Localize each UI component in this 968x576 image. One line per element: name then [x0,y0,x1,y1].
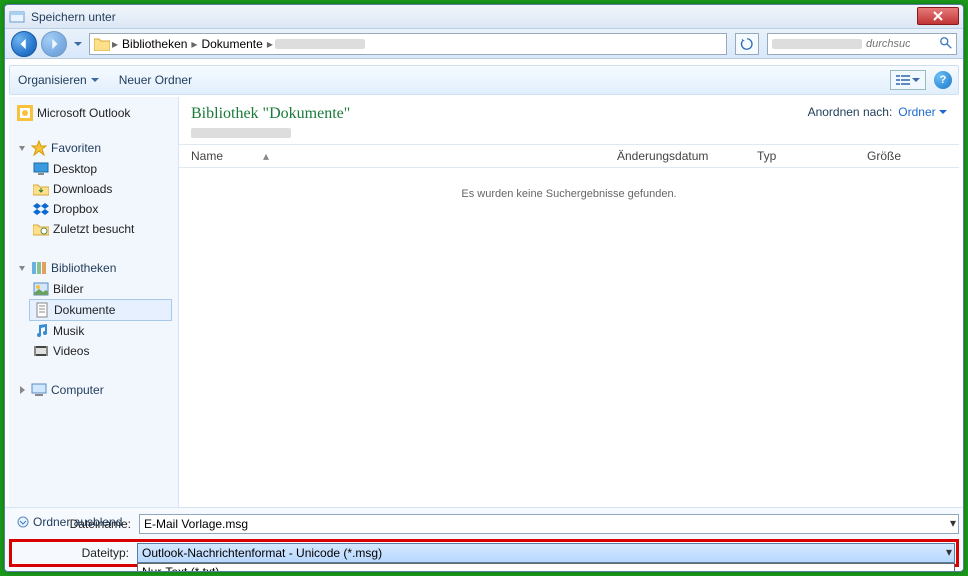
breadcrumb-segment[interactable]: Bibliotheken [120,37,189,51]
chevron-down-icon [939,108,947,116]
sort-indicator-icon: ▴ [263,149,269,163]
chevron-down-icon [17,516,29,528]
caret-icon [17,263,27,273]
videos-icon [33,343,49,359]
chevron-right-icon: ▸ [191,37,197,51]
sidebar-item-dropbox[interactable]: Dropbox [13,199,174,219]
sidebar-item-music[interactable]: Musik [13,321,174,341]
save-as-dialog: Speichern unter ▸ Bibliotheken ▸ Dokumen… [4,4,964,572]
sidebar-item-downloads[interactable]: Downloads [13,179,174,199]
dialog-body: Microsoft Outlook Favoriten Desktop Down… [9,97,959,571]
filename-value: E-Mail Vorlage.msg [144,517,248,531]
redacted-search-scope [772,39,862,49]
dropbox-icon [33,201,49,217]
filetype-dropdown: Nur-Text (*.txt)Outlook-Vorlage (*.oft)O… [137,563,955,572]
back-button[interactable] [11,31,37,57]
titlebar: Speichern unter [5,5,963,29]
chevron-down-icon [74,40,82,48]
search-icon [939,36,953,50]
breadcrumb[interactable]: ▸ Bibliotheken ▸ Dokumente ▸ [89,33,727,55]
chevron-down-icon [91,76,99,84]
star-icon [31,140,47,156]
filetype-highlight: Dateityp: Outlook-Nachrichtenformat - Un… [9,539,959,567]
nav-history-dropdown[interactable] [71,31,85,57]
filetype-combobox[interactable]: Outlook-Nachrichtenformat - Unicode (*.m… [137,543,955,563]
pictures-icon [33,281,49,297]
filename-row: Dateiname: E-Mail Vorlage.msg ▾ [9,514,959,534]
close-button[interactable] [917,7,959,25]
sidebar: Microsoft Outlook Favoriten Desktop Down… [9,97,179,571]
chevron-right-icon: ▸ [267,37,273,51]
sidebar-item-outlook[interactable]: Microsoft Outlook [13,103,174,123]
sidebar-libraries-header[interactable]: Bibliotheken [13,257,174,279]
chevron-down-icon[interactable]: ▾ [950,516,956,530]
filetype-row: Dateityp: Outlook-Nachrichtenformat - Un… [13,543,955,563]
chevron-down-icon: ▾ [946,545,952,559]
chevron-right-icon: ▸ [112,37,118,51]
view-icon [896,74,910,86]
sidebar-item-recent[interactable]: Zuletzt besucht [13,219,174,239]
empty-results: Es wurden keine Suchergebnisse gefunden. [179,168,959,220]
toolbar-right: ? [890,70,952,90]
filetype-value: Outlook-Nachrichtenformat - Unicode (*.m… [142,546,382,560]
arrange-by: Anordnen nach: Ordner [808,105,947,119]
main-pane: Bibliothek "Dokumente" Anordnen nach: Or… [179,97,959,571]
folder-icon [94,37,110,51]
column-size[interactable]: Größe [867,149,947,163]
column-type[interactable]: Typ [757,149,867,163]
outlook-icon [17,105,33,121]
organize-button[interactable]: Organisieren [18,73,99,87]
app-icon [9,9,25,25]
column-name[interactable]: Name▴ [191,149,617,163]
documents-icon [34,302,50,318]
chevron-down-icon [912,76,920,84]
sidebar-item-videos[interactable]: Videos [13,341,174,361]
downloads-icon [33,181,49,197]
sidebar-computer-header[interactable]: Computer [13,379,174,401]
search-input[interactable] [862,38,932,50]
redacted-subtitle [191,128,291,138]
filename-input[interactable]: E-Mail Vorlage.msg ▾ [139,514,959,534]
nav-row: ▸ Bibliotheken ▸ Dokumente ▸ [5,29,963,59]
arrow-right-icon [47,37,61,51]
libraries-icon [31,260,47,276]
view-button[interactable] [890,70,926,90]
toolbar: Organisieren Neuer Ordner ? [9,65,959,95]
hide-folders-button[interactable]: Ordner ausblend [11,513,128,531]
caret-icon [17,385,27,395]
refresh-button[interactable] [735,33,759,55]
filetype-label: Dateityp: [13,546,137,560]
breadcrumb-segment[interactable]: Dokumente [199,37,264,51]
computer-icon [31,382,47,398]
library-title: Bibliothek "Dokumente" [191,105,350,123]
recent-icon [33,221,49,237]
column-headers: Name▴ Änderungsdatum Typ Größe [179,144,959,168]
column-date[interactable]: Änderungsdatum [617,149,757,163]
search-box[interactable] [767,33,957,55]
sidebar-item-desktop[interactable]: Desktop [13,159,174,179]
bottom-panel: Dateiname: E-Mail Vorlage.msg ▾ Dateityp… [5,507,963,571]
help-button[interactable]: ? [934,71,952,89]
sidebar-item-documents[interactable]: Dokumente [29,299,172,321]
sidebar-favorites-header[interactable]: Favoriten [13,137,174,159]
filetype-option[interactable]: Nur-Text (*.txt) [138,564,954,572]
close-icon [933,11,943,21]
window-title: Speichern unter [31,10,116,24]
redacted-segment [275,39,365,49]
arrow-left-icon [17,37,31,51]
refresh-icon [740,37,754,51]
music-icon [33,323,49,339]
caret-icon [17,143,27,153]
arrange-by-value[interactable]: Ordner [898,105,947,119]
main-header: Bibliothek "Dokumente" Anordnen nach: Or… [179,97,959,144]
desktop-icon [33,161,49,177]
forward-button[interactable] [41,31,67,57]
new-folder-button[interactable]: Neuer Ordner [119,73,192,87]
sidebar-item-pictures[interactable]: Bilder [13,279,174,299]
